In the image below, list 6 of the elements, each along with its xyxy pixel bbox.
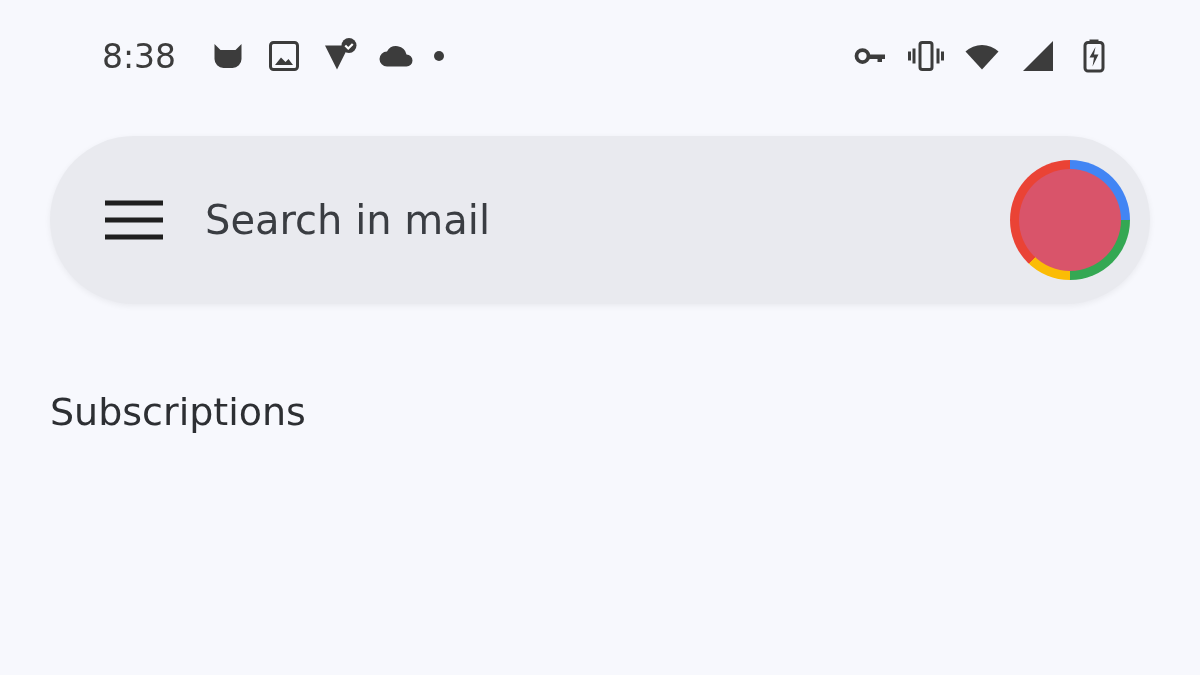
vibrate-icon (908, 38, 944, 74)
dot-icon (434, 51, 445, 61)
section-title: Subscriptions (50, 390, 307, 434)
menu-button[interactable] (105, 199, 163, 241)
search-field[interactable]: Search in mail (203, 196, 970, 244)
status-time: 8:38 (102, 36, 177, 76)
